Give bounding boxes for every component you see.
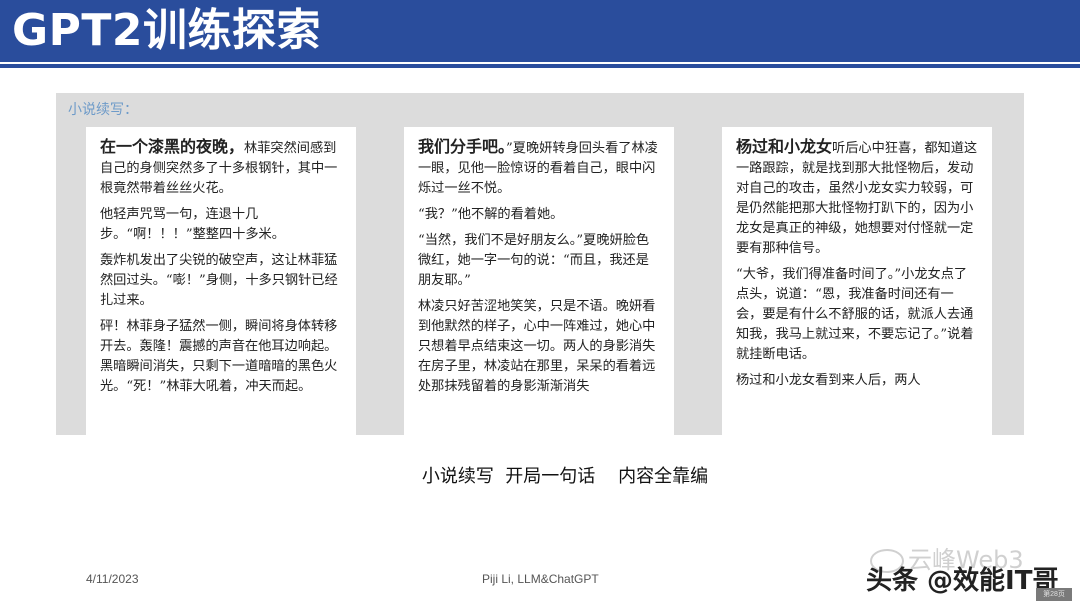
novel-continuation-panel: 小说续写： 在一个漆黑的夜晚，林菲突然间感到自己的身侧突然多了十多根钢针，其中一… [56,93,1024,435]
story-column-1: 在一个漆黑的夜晚，林菲突然间感到自己的身侧突然多了十多根钢针，其中一根竟然带着丝… [86,127,356,435]
slide-caption: 小说续写 开局一句话 内容全靠编 [421,466,709,487]
story-column-2: 我们分手吧。”夏晚妍转身回头看了林凌一眼，见他一脸惊讶的看着自己，眼中闪烁过一丝… [404,127,674,435]
toutiao-watermark: 头条 @效能IT哥 [866,566,1059,596]
story-3-lead: 杨过和小龙女 [736,137,833,156]
story-2-para-2: “我？”他不解的看着她。 [418,207,564,222]
story-1-para-2: 他轻声咒骂一句，连退十几步。“啊！！！”整整四十多米。 [100,207,285,242]
story-2-para-4: 林凌只好苦涩地笑笑，只是不语。晚妍看到他默然的样子，心中一阵难过，她心中只想着早… [418,299,656,394]
story-3-para-2: “大爷，我们得准备时间了。”小龙女点了点头，说道：“恩，我准备时间还有一会，要是… [736,267,974,362]
story-column-3: 杨过和小龙女听后心中狂喜，都知道这一路跟踪，就是找到那大批怪物后，发动对自己的攻… [722,127,992,435]
footer-date: 4/11/2023 [86,572,139,586]
title-divider [0,64,1080,68]
story-2-lead: 我们分手吧。 [418,137,507,156]
title-bar: GPT2训练探索 [0,0,1080,62]
story-3-para-1: 听后心中狂喜，都知道这一路跟踪，就是找到那大批怪物后，发动对自己的攻击，虽然小龙… [736,141,978,256]
panel-label: 小说续写： [68,102,138,118]
footer-author: Piji Li, LLM&ChatGPT [482,572,599,586]
story-1-para-3: 轰炸机发出了尖锐的破空声，这让林菲猛然回过头。“嘭！”身侧，十多只钢针已经扎过来… [100,253,338,308]
slide-title: GPT2训练探索 [12,5,321,56]
story-1-lead: 在一个漆黑的夜晚， [100,137,245,156]
story-1-para-4: 砰！林菲身子猛然一侧，瞬间将身体转移开去。轰隆！震撼的声音在他耳边响起。黑暗瞬间… [100,319,338,394]
story-2-para-3: “当然，我们不是好朋友么。”夏晚妍脸色微红，她一字一句的说：“而且，我还是朋友耶… [418,233,650,288]
page-number-chip: 第28页 [1036,588,1072,601]
story-3-para-3: 杨过和小龙女看到来人后，两人 [736,373,921,388]
